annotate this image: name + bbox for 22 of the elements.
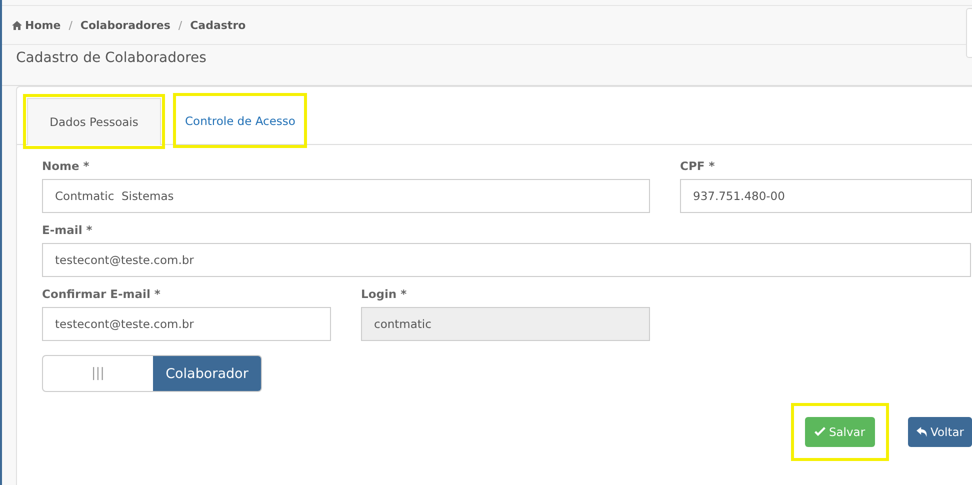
- toggle-switch[interactable]: ||| Colaborador: [42, 355, 262, 392]
- breadcrumb-separator: /: [178, 18, 182, 32]
- switch-label: Colaborador: [153, 356, 261, 391]
- field-label: Nome *: [42, 159, 90, 173]
- field-label: CPF *: [680, 159, 716, 173]
- breadcrumb-link[interactable]: Home: [12, 18, 61, 32]
- input-field[interactable]: Contmatic Sistemas: [42, 179, 650, 213]
- field-label: Confirmar E-mail *: [42, 287, 162, 301]
- home-icon: [12, 20, 22, 30]
- input-field[interactable]: testecont@teste.com.br: [42, 243, 971, 277]
- breadcrumb-link[interactable]: Cadastro: [190, 18, 246, 32]
- breadcrumb-link[interactable]: Colaboradores: [80, 18, 170, 32]
- back-button[interactable]: Voltar: [908, 417, 972, 447]
- field-label: E-mail *: [42, 223, 94, 237]
- breadcrumb-separator: /: [68, 18, 72, 32]
- reply-arrow-icon: [916, 427, 928, 437]
- check-icon: [814, 427, 826, 437]
- field-label: Login *: [361, 287, 408, 301]
- input-field[interactable]: 937.751.480-00: [680, 179, 972, 213]
- switch-handle: |||: [90, 365, 106, 383]
- page-title: Cadastro de Colaboradores: [16, 50, 206, 66]
- input-field[interactable]: testecont@teste.com.br: [42, 307, 331, 341]
